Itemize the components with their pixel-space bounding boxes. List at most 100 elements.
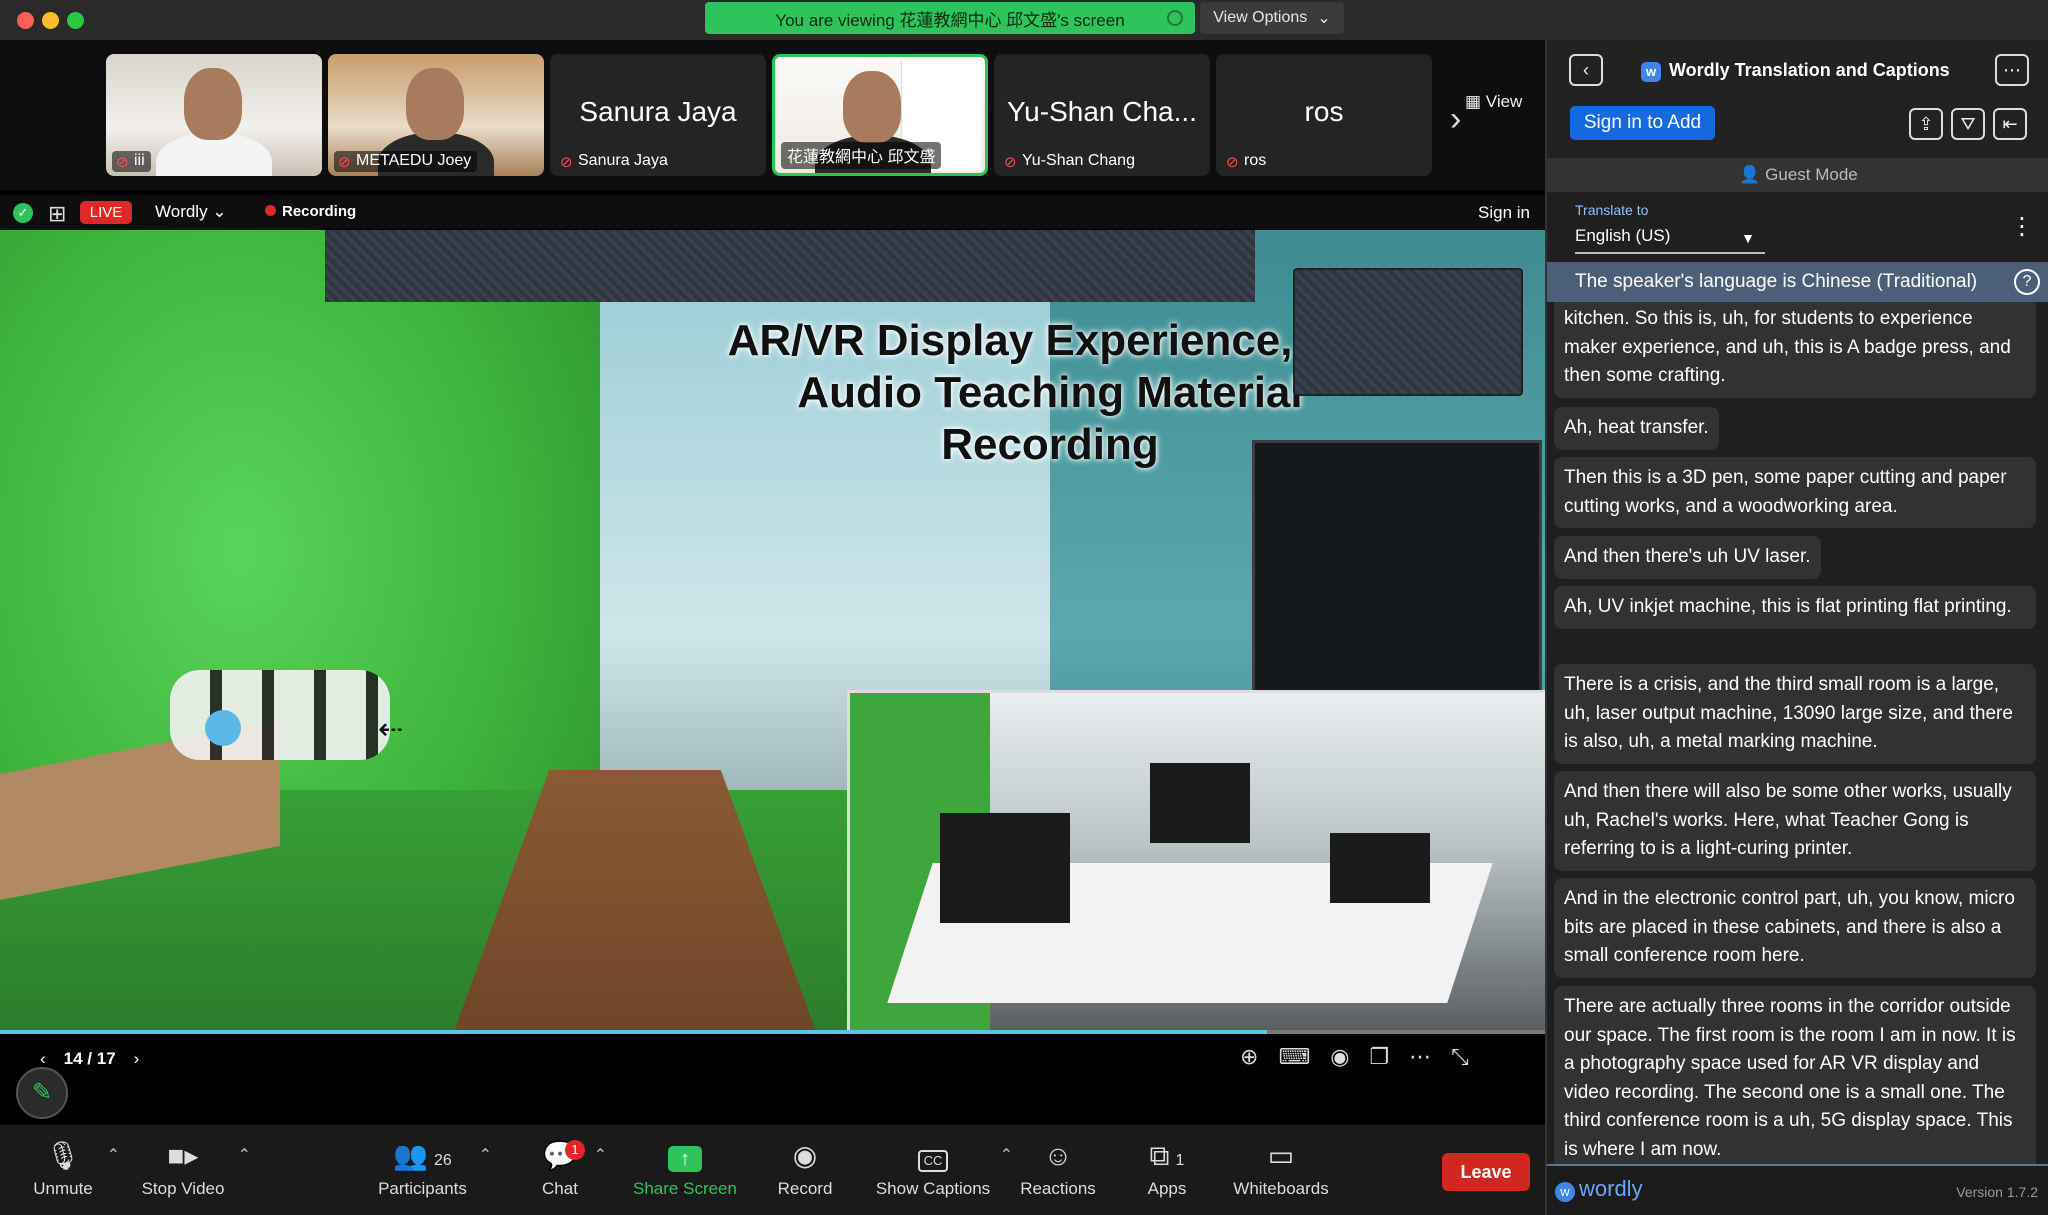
participant-tile[interactable]: ros ⊘ ros [1216,54,1432,176]
window-icon[interactable]: ❐ [1369,1044,1389,1070]
share-screen-icon: ↑ [630,1139,740,1173]
reactions-button[interactable]: ☺ Reactions [1018,1139,1098,1199]
ellipsis-icon: ⋯ [2003,60,2021,80]
record-button[interactable]: ◉ Record [775,1139,835,1199]
stream-target-label: Wordly [155,202,208,221]
more-options-icon[interactable]: ⋯ [1409,1044,1431,1070]
apps-label: Apps [1147,1179,1187,1198]
chevron-down-icon: ⌄ [212,202,227,221]
sign-in-to-add-button[interactable]: Sign in to Add [1570,106,1715,140]
close-window-button[interactable] [17,12,34,29]
grid-view-icon: ▦ [1465,92,1482,111]
pointer-dot [205,710,241,746]
chevron-up-icon[interactable]: ⌃ [238,1145,251,1165]
chevron-right-icon[interactable]: › [1450,100,1461,139]
participant-tile[interactable]: ⊘ METAEDU Joey [328,54,544,176]
shared-screen[interactable]: AR/VR Display Experience, Vid Audio Teac… [0,230,1545,1085]
live-badge[interactable]: LIVE [80,201,132,224]
slide-title-line-1: AR/VR Display Experience, Vid [727,316,1373,365]
zoom-window: You are viewing 花蓮教網中心 邱文盛's screen View… [0,0,2048,1215]
wordly-panel: ‹ w Wordly Translation and Captions ⋯ Sig… [1545,40,2048,1215]
participant-tile[interactable]: ⊘ iii [106,54,322,176]
participant-face [843,71,901,143]
reactions-label: Reactions [1020,1179,1096,1198]
participants-icon: 👥 26 [393,1140,452,1171]
viewing-screen-banner: You are viewing 花蓮教網中心 邱文盛's screen [705,2,1195,34]
view-options-button[interactable]: View Options ⌄ [1200,2,1344,34]
minimize-window-button[interactable] [42,12,59,29]
apps-button[interactable]: ⧉ 1 Apps [1142,1139,1192,1199]
muted-mic-icon: ⊘ [338,154,351,171]
participant-name-tag: 花蓮教網中心 邱文盛 [781,142,942,169]
captions-icon: CC [875,1139,991,1173]
status-circle-icon [1167,10,1183,26]
caption-item: There is a crisis, and the third small r… [1554,664,2036,764]
captions-list[interactable]: kitchen. So this is, uh, for students to… [1547,302,2048,1164]
chevron-up-icon[interactable]: ⌃ [107,1145,120,1165]
whiteboards-button[interactable]: ▭ Whiteboards [1232,1139,1330,1199]
annotate-pencil-button[interactable]: ✎ [16,1067,68,1119]
slide-control-bar: ‹ 14 / 17 › ⊕ ⌨ ◉ ❐ ⋯ ⤡ [0,1034,1545,1085]
title-bar: You are viewing 花蓮教網中心 邱文盛's screen View… [0,0,2048,40]
wordly-logo-icon: w [1555,1182,1575,1202]
participant-tile[interactable]: Yu-Shan Cha... ⊘ Yu-Shan Chang [994,54,1210,176]
exit-fullscreen-icon[interactable]: ⤡ [1451,1044,1469,1070]
leave-button[interactable]: Leave [1442,1153,1530,1191]
share-screen-button[interactable]: ↑ Share Screen [630,1139,740,1199]
broadcast-icon[interactable]: ◉ [1330,1044,1349,1070]
chevron-up-icon[interactable]: ⌃ [594,1145,607,1165]
sign-in-link[interactable]: Sign in [1478,203,1530,223]
chevron-right-icon[interactable]: › [134,1049,140,1069]
participants-label: Participants [378,1179,467,1198]
language-select[interactable]: English (US) ▼ [1575,226,1765,254]
shield-icon[interactable]: ✓ [13,203,33,223]
caption-item: Ah, heat transfer. [1554,407,1719,450]
slide-pager: ‹ 14 / 17 › [40,1049,139,1069]
chevron-up-icon[interactable]: ⌃ [1000,1145,1013,1165]
help-icon[interactable]: ? [2014,269,2040,295]
apps-icon: ⧉ 1 [1149,1140,1185,1171]
record-icon: ◉ [792,1140,818,1171]
grid-icon[interactable]: ⊞ [48,201,66,227]
upload-button[interactable]: ⇪ [1909,108,1943,140]
zoom-in-icon[interactable]: ⊕ [1240,1044,1258,1070]
unmute-button[interactable]: 🎙 Unmute ⌃ [28,1139,120,1199]
viewing-banner-text: You are viewing 花蓮教網中心 邱文盛's screen [775,10,1125,30]
caption-item: And then there will also be some other w… [1554,771,2036,871]
stop-video-button[interactable]: ■▸ Stop Video ⌃ [137,1139,251,1199]
collapse-left-icon: ⇤ [2002,114,2018,134]
collapse-panel-button[interactable]: ⇤ [1993,108,2027,140]
participant-tile[interactable]: Sanura Jaya ⊘ Sanura Jaya [550,54,766,176]
vr-headsets-image [170,670,390,760]
active-speaker-tile[interactable]: 花蓮教網中心 邱文盛 [772,54,988,176]
keyboard-icon[interactable]: ⌨ [1278,1044,1310,1070]
recording-indicator[interactable]: Recording [265,203,356,220]
filter-button[interactable]: ⛛ [1951,108,1985,140]
stream-target-dropdown[interactable]: Wordly ⌄ [155,202,227,222]
slide-header-band [325,230,1255,302]
chevron-left-icon[interactable]: ‹ [40,1049,46,1069]
whiteboards-label: Whiteboards [1233,1179,1329,1198]
participants-count: 26 [434,1152,452,1169]
muted-mic-icon: ⊘ [1004,154,1017,171]
recording-dot-icon [265,205,276,216]
vertical-ellipsis-icon[interactable]: ⋮ [2010,212,2034,241]
caret-down-icon: ▼ [1741,230,1755,246]
captions-cc-label: CC [918,1150,948,1172]
participant-name-tag: ⊘ ros [1222,151,1272,172]
participant-name: 花蓮教網中心 邱文盛 [787,149,936,166]
fullscreen-window-button[interactable] [67,12,84,29]
show-captions-button[interactable]: CC Show Captions ⌃ [875,1139,1013,1199]
unmute-label: Unmute [33,1179,93,1198]
participants-button[interactable]: 👥 26 Participants ⌃ [375,1139,492,1199]
back-button[interactable]: ‹ [1569,54,1603,86]
inset-monitor [940,813,1070,923]
gallery-view-button[interactable]: ▦ View [1465,92,1522,112]
participant-big-name: Yu-Shan Cha... [1007,96,1197,127]
participant-name: iii [134,152,145,169]
meeting-status-row [0,195,1545,229]
chevron-up-icon[interactable]: ⌃ [479,1145,492,1165]
arrow-left-cursor-icon: ⇠ [378,713,404,746]
guest-mode-label: Guest Mode [1765,165,1858,184]
more-options-button[interactable]: ⋯ [1995,54,2029,86]
